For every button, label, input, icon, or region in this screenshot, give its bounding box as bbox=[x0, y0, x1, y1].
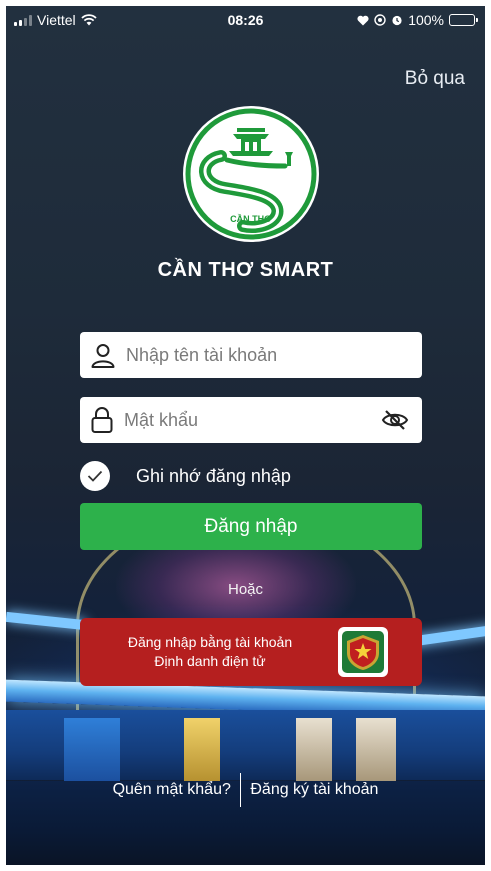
lock-icon bbox=[91, 407, 113, 433]
status-bar: Viettel 08:26 100% bbox=[6, 6, 485, 36]
username-field[interactable] bbox=[80, 332, 422, 378]
eye-slash-icon bbox=[381, 410, 409, 430]
alarm-icon bbox=[392, 15, 402, 26]
logo-caption: CẦN THƠ bbox=[230, 214, 272, 224]
remember-checkbox[interactable] bbox=[80, 461, 110, 491]
vneid-label-line2: Định danh điện tử bbox=[154, 653, 266, 669]
battery-icon bbox=[449, 14, 478, 26]
password-input[interactable] bbox=[124, 409, 380, 431]
heart-icon bbox=[357, 15, 369, 25]
register-link[interactable]: Đăng ký tài khoản bbox=[250, 781, 378, 799]
remember-login-toggle[interactable]: Ghi nhớ đăng nhập bbox=[80, 460, 291, 492]
password-field[interactable] bbox=[80, 397, 422, 443]
footer-links: Quên mật khẩu? Đăng ký tài khoản bbox=[6, 773, 485, 807]
can-tho-logo: CẦN THƠ bbox=[183, 106, 319, 242]
or-separator-label: Hoặc bbox=[227, 581, 264, 598]
app-title: CẦN THƠ SMART bbox=[157, 259, 334, 281]
forgot-password-link[interactable]: Quên mật khẩu? bbox=[113, 781, 231, 799]
vneid-login-button[interactable]: Đăng nhập bằng tài khoản Định danh điện … bbox=[80, 618, 422, 686]
footer-divider bbox=[239, 773, 242, 807]
remember-label: Ghi nhớ đăng nhập bbox=[136, 465, 291, 486]
vneid-emblem-icon bbox=[342, 631, 384, 673]
check-icon bbox=[87, 470, 103, 482]
toggle-password-visibility-button[interactable] bbox=[380, 405, 410, 435]
skip-button[interactable]: Bỏ qua bbox=[405, 68, 465, 90]
location-icon bbox=[374, 14, 386, 26]
battery-percent: 100% bbox=[408, 12, 444, 28]
login-button[interactable]: Đăng nhập bbox=[80, 503, 422, 550]
vneid-label-line1: Đăng nhập bằng tài khoản bbox=[127, 634, 293, 650]
vneid-badge bbox=[338, 627, 388, 677]
username-input[interactable] bbox=[126, 344, 422, 366]
user-icon bbox=[91, 344, 115, 368]
app-screen: Viettel 08:26 100% Bỏ qua CẦN THƠ CẦN TH… bbox=[6, 6, 485, 865]
